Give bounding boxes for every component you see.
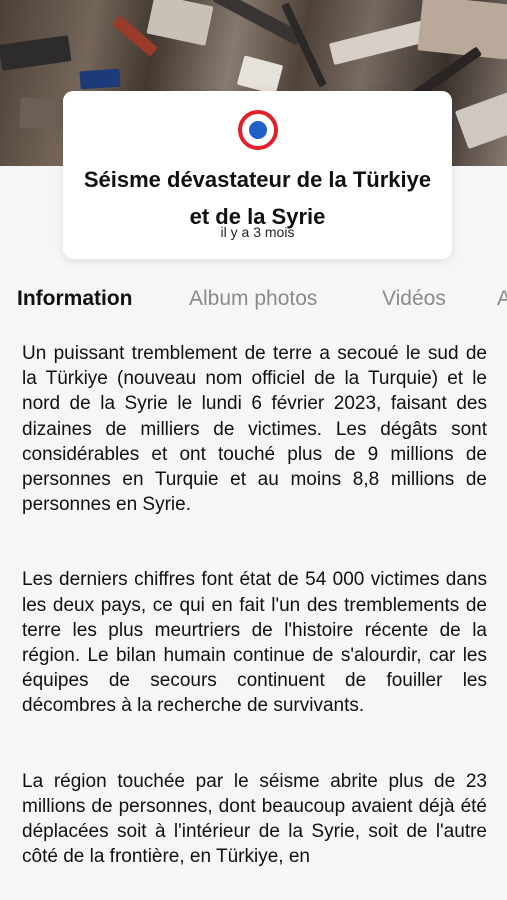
tab-album-photos[interactable]: Album photos [189,283,317,315]
article-paragraph: Les derniers chiffres font état de 54 00… [22,569,487,717]
tab-bar: Information Album photos Vidéos A [0,283,507,315]
tab-information[interactable]: Information [17,283,133,315]
event-title-card: Séisme dévastateur de la Türkiye et de l… [63,91,452,259]
article-body: Un puissant tremblement de terre a secou… [22,341,487,869]
event-detail-screen: Séisme dévastateur de la Türkiye et de l… [0,0,507,900]
article-paragraph: La région touchée par le séisme abrite p… [22,770,487,868]
tab-next-partial[interactable]: A [497,283,507,315]
tab-videos[interactable]: Vidéos [382,283,446,315]
french-roundel-icon [237,110,278,150]
event-timestamp: il y a 3 mois [220,224,295,240]
article-paragraph: Un puissant tremblement de terre a secou… [22,343,487,516]
